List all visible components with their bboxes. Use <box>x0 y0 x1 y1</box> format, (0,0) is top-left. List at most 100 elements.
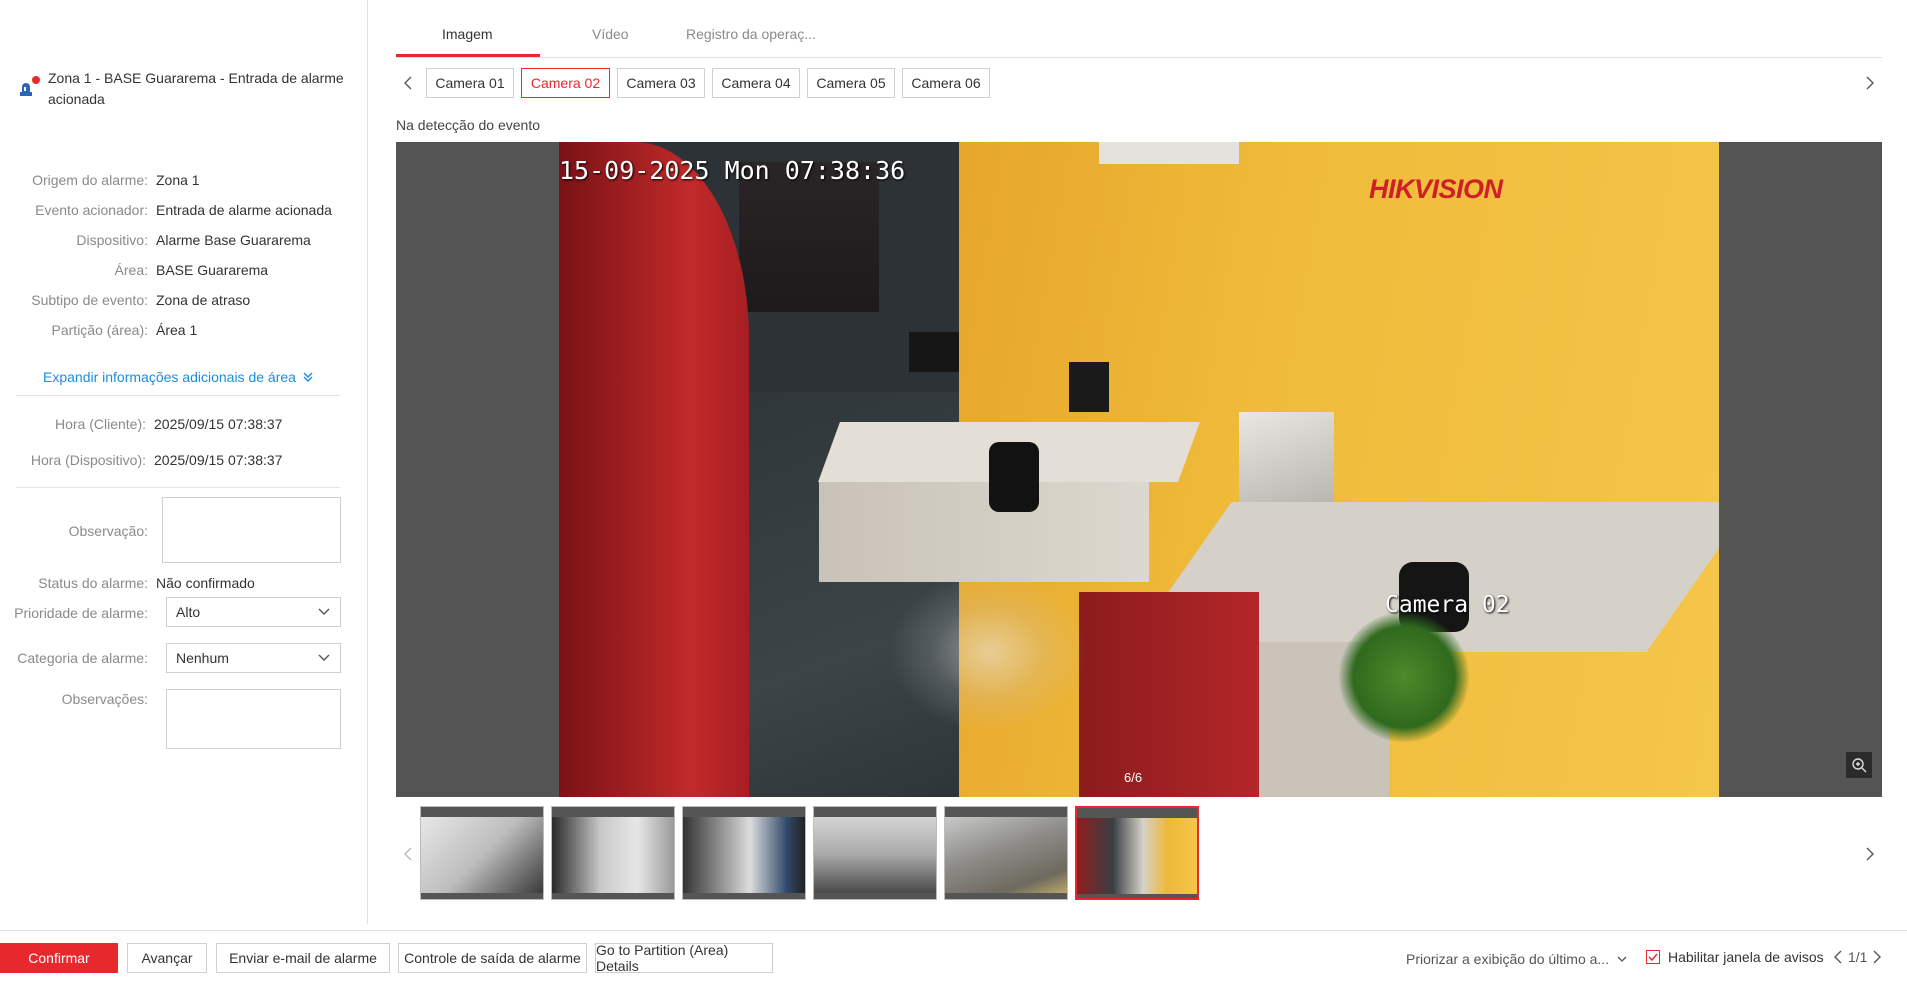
alarm-output-control-button[interactable]: Controle de saída de alarme <box>398 943 587 973</box>
thumbnail-camera-02[interactable] <box>551 806 675 900</box>
expand-area-info-link[interactable]: Expandir informações adicionais de área <box>43 369 314 385</box>
plant <box>1339 612 1469 742</box>
hikvision-logo: HIKVISION <box>1369 174 1503 204</box>
alarm-status-row: Status do alarme: Não confirmado <box>0 575 350 591</box>
chair <box>989 442 1039 512</box>
advance-button[interactable]: Avançar <box>127 943 207 973</box>
camera-05-button[interactable]: Camera 05 <box>807 68 895 98</box>
info-value: Zona de atraso <box>156 292 251 308</box>
divider <box>16 395 340 396</box>
alarm-indicator-dot <box>32 76 40 84</box>
camera-03-button[interactable]: Camera 03 <box>617 68 705 98</box>
chevron-down-icon <box>318 654 330 661</box>
floor-reflection <box>889 572 1089 732</box>
alarm-details-panel: Zona 1 - BASE Guararema - Entrada de ala… <box>0 0 368 924</box>
thumbnail-next-button[interactable] <box>1860 840 1880 868</box>
tab-operation-log[interactable]: Registro da operaç... <box>686 26 816 42</box>
active-tab-indicator <box>396 54 540 57</box>
chevron-right-icon[interactable] <box>1873 950 1882 964</box>
checkbox-checked-icon <box>1646 950 1660 964</box>
alarm-siren-icon <box>18 76 40 98</box>
alarm-header: Zona 1 - BASE Guararema - Entrada de ala… <box>18 68 348 110</box>
camera-selector: Camera 01 Camera 02 Camera 03 Camera 04 … <box>396 68 1882 98</box>
thumbnail-image <box>552 817 674 893</box>
tab-image[interactable]: Imagem <box>442 26 493 42</box>
info-trigger-event: Evento acionador: Entrada de alarme acio… <box>0 200 360 220</box>
info-label: Origem do alarme: <box>32 172 148 188</box>
chevron-left-icon <box>404 76 412 90</box>
alarm-category-value: Nenhum <box>176 650 229 666</box>
info-value: Entrada de alarme acionada <box>156 202 332 218</box>
event-capture-label: Na detecção do evento <box>396 117 540 133</box>
info-label: Partição (área): <box>51 322 148 338</box>
thumbnail-strip <box>396 806 1882 902</box>
thumbnail-camera-06[interactable] <box>1075 806 1199 900</box>
image-viewer[interactable]: 15-09-2025 Mon 07:38:36 Camera 02 HIKVIS… <box>396 142 1882 797</box>
remarks-label: Observações: <box>61 691 148 707</box>
alarm-category-select[interactable]: Nenhum <box>166 643 341 673</box>
alarm-priority-select[interactable]: Alto <box>166 597 341 627</box>
zoom-in-icon <box>1852 758 1867 773</box>
info-label: Hora (Dispositivo): <box>30 452 146 468</box>
thumbnail-camera-03[interactable] <box>682 806 806 900</box>
osd-timestamp: 15-09-2025 Mon 07:38:36 <box>559 156 906 185</box>
thumbnail-image <box>945 817 1067 893</box>
desk <box>819 482 1149 582</box>
info-value: 2025/09/15 07:38:37 <box>154 416 283 432</box>
info-label: Dispositivo: <box>76 232 148 248</box>
osd-camera-name: Camera 02 <box>1385 592 1510 618</box>
send-alarm-email-button[interactable]: Enviar e-mail de alarme <box>216 943 390 973</box>
chevron-left-icon[interactable] <box>1834 950 1842 964</box>
camera-02-button[interactable]: Camera 02 <box>521 68 610 98</box>
thumbnail-camera-01[interactable] <box>420 806 544 900</box>
confirm-button[interactable]: Confirmar <box>0 943 118 973</box>
alarm-category-label: Categoria de alarme: <box>17 650 148 666</box>
thumbnail-image <box>683 817 805 893</box>
thumbnail-camera-05[interactable] <box>944 806 1068 900</box>
thumbnail-image <box>1077 818 1197 894</box>
chevron-right-icon <box>1866 76 1874 90</box>
action-bar: Confirmar Avançar Enviar e-mail de alarm… <box>0 930 1907 984</box>
remarks-textarea[interactable] <box>166 689 341 749</box>
tab-video[interactable]: Vídeo <box>592 26 629 42</box>
priority-display-dropdown[interactable]: Priorizar a exibição do último a... <box>1406 951 1627 967</box>
camera-prev-button[interactable] <box>398 69 418 97</box>
camera-04-button[interactable]: Camera 04 <box>712 68 800 98</box>
go-to-partition-details-button[interactable]: Go to Partition (Area) Details <box>595 942 773 974</box>
alarm-status-label: Status do alarme: <box>38 575 148 591</box>
printer <box>1239 412 1334 502</box>
info-partition: Partição (área): Área 1 <box>0 320 360 340</box>
info-area: Área: BASE Guararema <box>0 260 360 280</box>
info-value: Alarme Base Guararema <box>156 232 311 248</box>
info-label: Hora (Cliente): <box>54 416 146 432</box>
alarm-title: Zona 1 - BASE Guararema - Entrada de ala… <box>48 70 344 107</box>
camera-next-button[interactable] <box>1860 69 1880 97</box>
thumbnail-image <box>421 817 543 893</box>
camera-01-button[interactable]: Camera 01 <box>426 68 514 98</box>
alarm-status-value: Não confirmado <box>156 575 255 591</box>
wall <box>559 142 749 797</box>
image-counter: 6/6 <box>1124 770 1143 785</box>
double-chevron-down-icon <box>303 372 313 382</box>
zoom-button[interactable] <box>1846 752 1872 778</box>
thumbnail-camera-04[interactable] <box>813 806 937 900</box>
info-value: Zona 1 <box>156 172 200 188</box>
info-label: Subtipo de evento: <box>31 292 148 308</box>
observation-label: Observação: <box>68 523 148 539</box>
monitor <box>1069 362 1109 412</box>
camera-snapshot: 15-09-2025 Mon 07:38:36 Camera 02 HIKVIS… <box>559 142 1719 797</box>
priority-display-label: Priorizar a exibição do último a... <box>1406 951 1610 967</box>
alarm-priority-label: Prioridade de alarme: <box>14 605 148 621</box>
camera-06-button[interactable]: Camera 06 <box>902 68 990 98</box>
air-conditioner <box>1099 142 1239 164</box>
info-client-time: Hora (Cliente): 2025/09/15 07:38:37 <box>0 414 360 434</box>
alarm-priority-value: Alto <box>176 604 201 620</box>
enable-popup-checkbox[interactable]: Habilitar janela de avisos <box>1646 949 1824 965</box>
info-value: BASE Guararema <box>156 262 269 278</box>
page-indicator: 1/1 <box>1848 949 1868 965</box>
chevron-left-icon <box>404 847 412 861</box>
thumbnail-prev-button[interactable] <box>398 840 418 868</box>
info-alarm-source: Origem do alarme: Zona 1 <box>0 170 360 190</box>
observation-textarea[interactable] <box>162 497 341 563</box>
chevron-right-icon <box>1866 847 1874 861</box>
